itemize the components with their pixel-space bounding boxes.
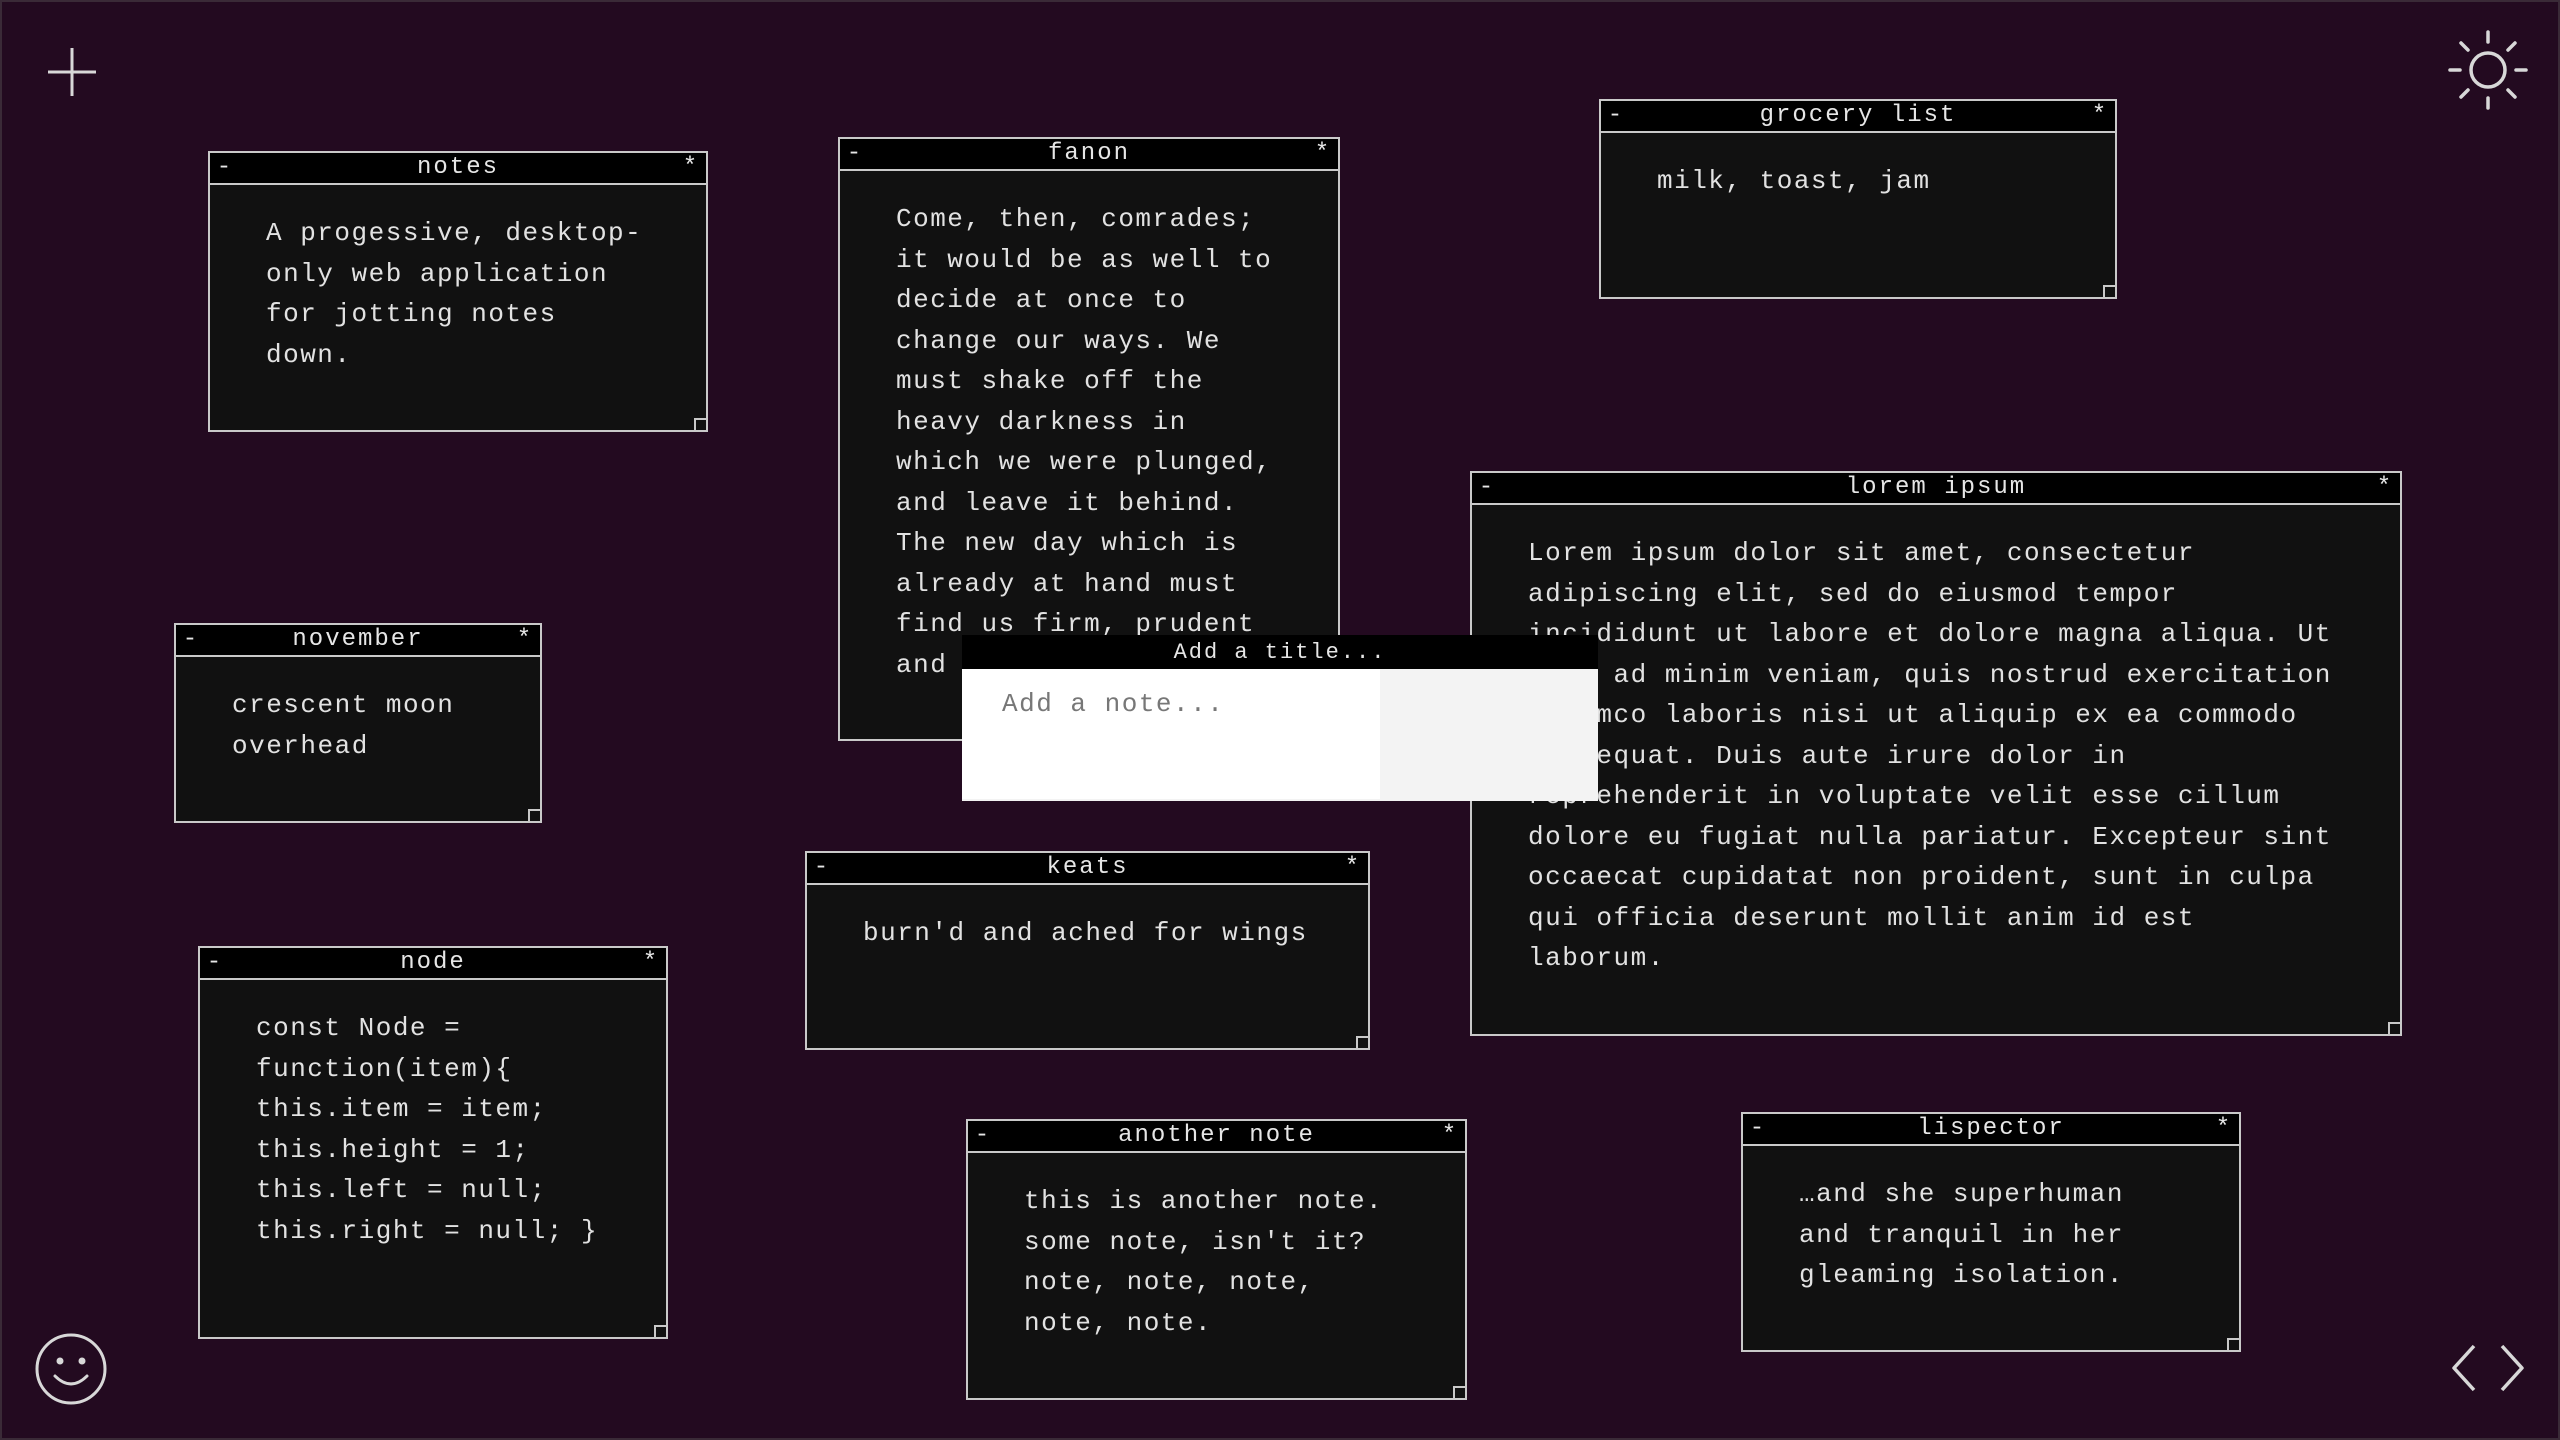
- note-title: lispector: [1917, 1115, 2065, 1142]
- note-title: node: [400, 949, 466, 976]
- note-card-node[interactable]: - node * const Node = function(item){ th…: [198, 946, 668, 1339]
- note-titlebar[interactable]: - another note *: [968, 1121, 1465, 1153]
- sun-icon[interactable]: [2446, 28, 2530, 112]
- note-body[interactable]: A progessive, desktop- only web applicat…: [210, 185, 706, 395]
- note-body[interactable]: this is another note. some note, isn't i…: [968, 1153, 1465, 1363]
- note-body[interactable]: const Node = function(item){ this.item =…: [200, 980, 666, 1271]
- note-title: notes: [416, 154, 500, 181]
- note-title: another note: [1118, 1122, 1315, 1149]
- star-button[interactable]: *: [636, 948, 666, 978]
- star-button[interactable]: *: [1435, 1121, 1465, 1151]
- resize-handle[interactable]: [1453, 1386, 1465, 1398]
- minimize-button[interactable]: -: [840, 139, 870, 169]
- minimize-button[interactable]: -: [1743, 1114, 1773, 1144]
- star-button[interactable]: *: [1308, 139, 1338, 169]
- note-body[interactable]: Come, then, comrades; it would be as wel…: [840, 171, 1338, 705]
- note-card-notes[interactable]: - notes * A progessive, desktop- only we…: [208, 151, 708, 432]
- note-body[interactable]: milk, toast, jam: [1601, 133, 2115, 222]
- note-body[interactable]: burn'd and ached for wings: [807, 885, 1368, 974]
- plus-icon[interactable]: [44, 44, 100, 100]
- new-note-form: [962, 635, 1598, 801]
- resize-handle[interactable]: [1356, 1036, 1368, 1048]
- note-title: grocery list: [1759, 102, 1957, 129]
- note-titlebar[interactable]: - fanon *: [840, 139, 1338, 171]
- note-text-input[interactable]: [962, 669, 1380, 799]
- note-title: keats: [1046, 854, 1129, 881]
- note-card-another-note[interactable]: - another note * this is another note. s…: [966, 1119, 1467, 1400]
- note-card-november[interactable]: - november * crescent moon overhead: [174, 623, 542, 823]
- note-body[interactable]: Lorem ipsum dolor sit amet, consectetur …: [1472, 505, 2400, 999]
- note-title: fanon: [1047, 140, 1131, 167]
- note-card-grocery-list[interactable]: - grocery list * milk, toast, jam: [1599, 99, 2117, 299]
- resize-handle[interactable]: [2227, 1338, 2239, 1350]
- smiley-icon[interactable]: [34, 1332, 108, 1406]
- note-titlebar[interactable]: - lorem ipsum *: [1472, 473, 2400, 505]
- minimize-button[interactable]: -: [1601, 101, 1631, 131]
- note-card-keats[interactable]: - keats * burn'd and ached for wings: [805, 851, 1370, 1050]
- note-titlebar[interactable]: - grocery list *: [1601, 101, 2115, 133]
- star-button[interactable]: *: [1338, 853, 1368, 883]
- minimize-button[interactable]: -: [1472, 473, 1502, 503]
- note-body[interactable]: …and she superhuman and tranquil in her …: [1743, 1146, 2239, 1316]
- minimize-button[interactable]: -: [968, 1121, 998, 1151]
- note-title-input[interactable]: [962, 635, 1598, 669]
- star-button[interactable]: *: [2370, 473, 2400, 503]
- code-brackets-icon[interactable]: [2450, 1342, 2526, 1394]
- resize-handle[interactable]: [2388, 1022, 2400, 1034]
- note-titlebar[interactable]: - keats *: [807, 853, 1368, 885]
- minimize-button[interactable]: -: [210, 153, 240, 183]
- note-title: lorem ipsum: [1845, 474, 2027, 501]
- note-card-lorem-ipsum[interactable]: - lorem ipsum * Lorem ipsum dolor sit am…: [1470, 471, 2402, 1036]
- note-titlebar[interactable]: - notes *: [210, 153, 706, 185]
- note-title: november: [292, 626, 424, 653]
- note-body[interactable]: crescent moon overhead: [176, 657, 540, 786]
- note-titlebar[interactable]: - november *: [176, 625, 540, 657]
- minimize-button[interactable]: -: [176, 625, 206, 655]
- resize-handle[interactable]: [528, 809, 540, 821]
- note-titlebar[interactable]: - node *: [200, 948, 666, 980]
- resize-handle[interactable]: [694, 418, 706, 430]
- note-card-lispector[interactable]: - lispector * …and she superhuman and tr…: [1741, 1112, 2241, 1352]
- resize-handle[interactable]: [2103, 285, 2115, 297]
- star-button[interactable]: *: [2209, 1114, 2239, 1144]
- star-button[interactable]: *: [510, 625, 540, 655]
- note-titlebar[interactable]: - lispector *: [1743, 1114, 2239, 1146]
- star-button[interactable]: *: [676, 153, 706, 183]
- star-button[interactable]: *: [2085, 101, 2115, 131]
- minimize-button[interactable]: -: [807, 853, 837, 883]
- minimize-button[interactable]: -: [200, 948, 230, 978]
- resize-handle[interactable]: [654, 1325, 666, 1337]
